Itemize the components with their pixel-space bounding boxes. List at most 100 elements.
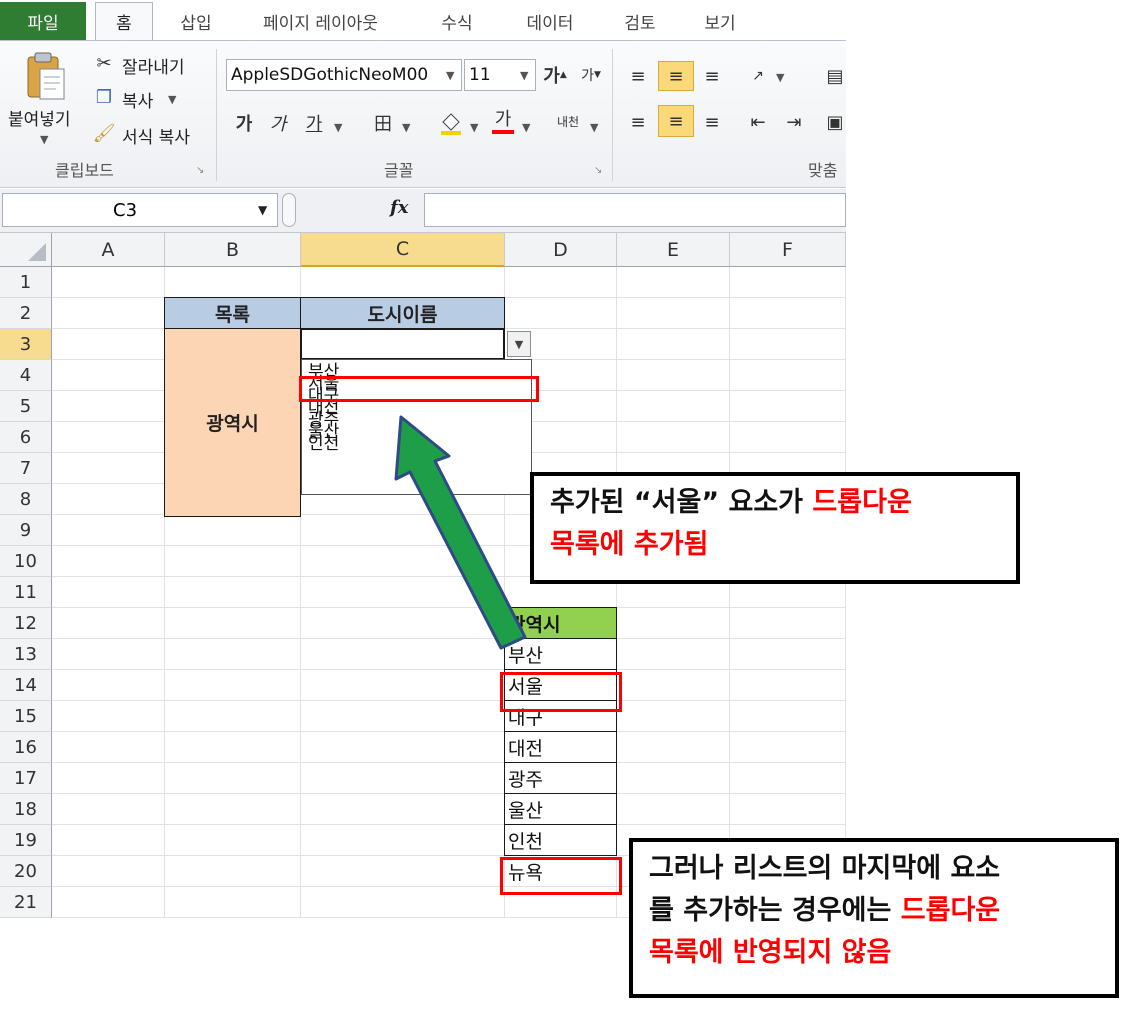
shrink-font-icon[interactable]: 가 ▼ [578, 61, 604, 89]
highlight-source-seoul [500, 672, 622, 712]
orientation-dropdown-icon[interactable]: ▼ [776, 71, 784, 84]
tab-insert[interactable]: 삽입 [166, 2, 226, 40]
clipboard-launcher-icon[interactable]: ↘ [196, 165, 204, 176]
bold-button[interactable]: 가 [232, 109, 256, 137]
tab-home[interactable]: 홈 [95, 2, 153, 40]
row-header-4[interactable]: 4 [0, 360, 52, 391]
font-color-button[interactable]: 가 [490, 107, 516, 137]
row-header-8[interactable]: 8 [0, 484, 52, 515]
font-color-glyph: 가 [494, 109, 512, 130]
gridline [52, 731, 846, 732]
row-header-7[interactable]: 7 [0, 453, 52, 484]
align-center-icon[interactable]: ≡ [658, 105, 694, 137]
row-header-11[interactable]: 11 [0, 577, 52, 608]
row-header-20[interactable]: 20 [0, 856, 52, 887]
source-list-item[interactable]: 대전 [504, 731, 617, 763]
row-header-2[interactable]: 2 [0, 298, 52, 329]
borders-icon[interactable]: 田 [370, 109, 396, 137]
font-size-dropdown-icon[interactable]: ▼ [520, 69, 528, 82]
italic-button[interactable]: 가 [266, 109, 290, 137]
underline-dropdown-icon[interactable]: ▼ [334, 121, 342, 134]
font-color-dropdown-icon[interactable]: ▼ [522, 121, 530, 134]
tab-file[interactable]: 파일 [0, 2, 86, 40]
align-left-icon[interactable]: ≡ [624, 109, 652, 135]
source-list-item[interactable]: 광주 [504, 762, 617, 794]
ribbon: 붙여넣기 ▼ ✂ 잘라내기 ❐ 복사 ▼ 🖌 서식 복사 클립보드 ↘ Appl… [0, 40, 846, 188]
source-list-item[interactable]: 울산 [504, 793, 617, 825]
font-name-dropdown-icon[interactable]: ▼ [446, 69, 454, 82]
cell-b3-merged[interactable]: 광역시 [164, 328, 301, 517]
formula-input[interactable] [424, 193, 846, 227]
name-box[interactable]: C3 [2, 193, 278, 227]
fill-color-icon[interactable] [436, 107, 466, 137]
formula-bar-divider[interactable] [282, 193, 296, 227]
fx-icon[interactable]: fx [390, 197, 408, 218]
row-header-9[interactable]: 9 [0, 515, 52, 546]
row-header-3[interactable]: 3 [0, 329, 52, 360]
callout-red-text: 드롭다운 [900, 895, 1001, 926]
merge-center-icon[interactable]: ▣ [824, 109, 846, 135]
fill-color-dropdown-icon[interactable]: ▼ [470, 121, 478, 134]
copy-button[interactable]: 복사 [122, 87, 153, 112]
borders-dropdown-icon[interactable]: ▼ [402, 121, 410, 134]
source-list-item[interactable]: 인천 [504, 824, 617, 856]
cell-c3-active[interactable] [300, 328, 505, 360]
grow-font-icon[interactable]: 가 ▲ [542, 61, 568, 89]
cut-button[interactable]: 잘라내기 [122, 53, 185, 78]
row-header-14[interactable]: 14 [0, 670, 52, 701]
cell-dropdown-button[interactable]: ▼ [507, 331, 531, 357]
wrap-text-icon[interactable]: ▤ [824, 63, 846, 89]
font-launcher-icon[interactable]: ↘ [594, 165, 602, 176]
tab-view[interactable]: 보기 [690, 2, 750, 40]
cell-b2-header[interactable]: 목록 [164, 297, 301, 329]
name-box-dropdown-icon[interactable]: ▼ [258, 203, 267, 217]
tab-data[interactable]: 데이터 [510, 2, 590, 40]
callout-text: 그러나 리스트의 마지막에 요소 [649, 853, 1001, 884]
row-header-19[interactable]: 19 [0, 825, 52, 856]
font-name-combo[interactable]: AppleSDGothicNeoM00 [226, 59, 462, 91]
paste-icon[interactable] [22, 51, 68, 103]
column-header-e[interactable]: E [617, 233, 730, 267]
copy-dropdown-icon[interactable]: ▼ [168, 93, 176, 106]
phonetic-dropdown-icon[interactable]: ▼ [590, 121, 598, 134]
column-header-d[interactable]: D [505, 233, 617, 267]
column-header-b[interactable]: B [165, 233, 301, 267]
align-middle-icon[interactable]: ≡ [658, 61, 694, 91]
select-all-corner[interactable] [0, 233, 52, 267]
tab-review[interactable]: 검토 [610, 2, 670, 40]
cut-icon[interactable]: ✂ [92, 51, 116, 75]
paste-dropdown-icon[interactable]: ▼ [40, 133, 48, 146]
row-header-13[interactable]: 13 [0, 639, 52, 670]
orientation-icon[interactable]: ↗ [744, 63, 772, 89]
tab-formulas[interactable]: 수식 [424, 2, 490, 40]
increase-indent-icon[interactable]: ⇥ [780, 109, 808, 135]
format-painter-button[interactable]: 서식 복사 [122, 123, 190, 148]
highlight-dropdown-seoul [299, 376, 539, 402]
row-header-18[interactable]: 18 [0, 794, 52, 825]
row-header-16[interactable]: 16 [0, 732, 52, 763]
column-header-a[interactable]: A [52, 233, 165, 267]
gridline [52, 762, 846, 763]
callout-not-reflected: 그러나 리스트의 마지막에 요소 를 추가하는 경우에는 드롭다운 목록에 반영… [629, 838, 1119, 998]
row-header-21[interactable]: 21 [0, 887, 52, 918]
row-header-12[interactable]: 12 [0, 608, 52, 639]
row-header-15[interactable]: 15 [0, 701, 52, 732]
row-header-1[interactable]: 1 [0, 267, 52, 298]
row-header-5[interactable]: 5 [0, 391, 52, 422]
paste-button[interactable]: 붙여넣기 [8, 105, 71, 130]
format-painter-icon[interactable]: 🖌 [92, 121, 116, 145]
column-header-f[interactable]: F [730, 233, 846, 267]
align-top-icon[interactable]: ≡ [624, 63, 652, 89]
tab-page-layout[interactable]: 페이지 레이아웃 [243, 2, 398, 40]
row-header-17[interactable]: 17 [0, 763, 52, 794]
align-right-icon[interactable]: ≡ [698, 109, 726, 135]
phonetic-button[interactable]: 내천 [554, 107, 582, 137]
copy-icon[interactable]: ❐ [92, 85, 116, 109]
row-header-10[interactable]: 10 [0, 546, 52, 577]
decrease-indent-icon[interactable]: ⇤ [744, 109, 772, 135]
cell-c2-header[interactable]: 도시이름 [300, 297, 505, 329]
row-header-6[interactable]: 6 [0, 422, 52, 453]
underline-button[interactable]: 가 [302, 109, 326, 137]
align-bottom-icon[interactable]: ≡ [698, 63, 726, 89]
column-header-c[interactable]: C [301, 233, 505, 267]
